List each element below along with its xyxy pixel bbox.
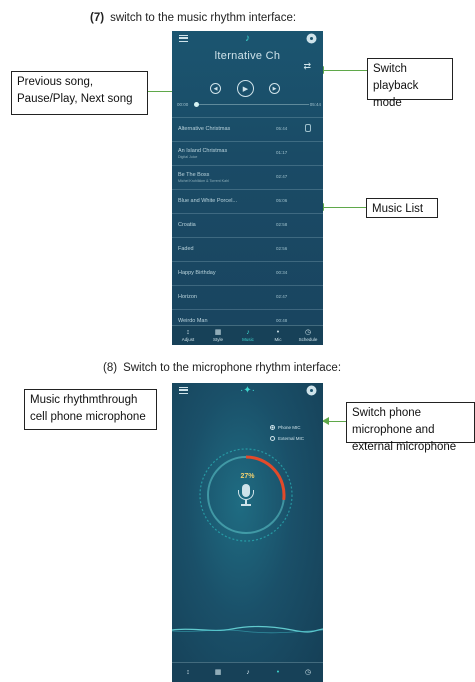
next-song-button[interactable]: ▶: [269, 83, 280, 94]
tab-music[interactable]: ♪ Music: [233, 328, 263, 342]
arrow-to-repeat: [317, 66, 367, 74]
callout-switch-mic: Switch phone microphone and external mic…: [346, 402, 475, 453]
now-playing-indicator-icon: [305, 124, 311, 132]
tab-adjust[interactable]: ↕ Adjust: [173, 328, 203, 342]
song-name: Be The Boss: [178, 172, 210, 178]
progress-knob[interactable]: [194, 102, 199, 107]
song-duration: 05:06: [276, 198, 288, 203]
elapsed-time: 00:00: [177, 102, 189, 107]
grid-icon: ▦: [214, 329, 222, 336]
song-duration: 00:34: [276, 270, 288, 275]
tab-label: Schedule: [298, 337, 318, 342]
song-name: Faded: [178, 246, 194, 252]
song-name: An Island Christmas: [178, 148, 228, 154]
section-8-text: Switch to the microphone rhythm interfac…: [123, 362, 342, 374]
section-7-number: (7): [90, 12, 105, 24]
song-duration: 01:17: [276, 150, 288, 155]
audio-wave: [172, 625, 323, 634]
song-row[interactable]: Alternative Christmas 05:44: [172, 117, 323, 142]
tab-adjust[interactable]: ↕: [173, 668, 203, 677]
play-pause-button[interactable]: ▶: [237, 80, 254, 97]
song-name: Happy Birthday: [178, 270, 216, 276]
callout-music-list-text: Music List: [372, 203, 424, 215]
microphone-foot: [241, 504, 251, 506]
callout-music-rhythm-mic: Music rhythmthrough cell phone microphon…: [24, 389, 157, 430]
song-duration: 05:44: [276, 126, 288, 131]
tab-label: Music: [242, 337, 254, 342]
tab-label: Adjust: [181, 337, 195, 342]
mic-screen: ·✦· Phone MIC External MIC 27% ↕ ▦ ♪ • ◷: [172, 383, 323, 682]
song-duration: 02:56: [276, 246, 288, 251]
music-screen: ♪ lternative Ch ⇄ ◀ ▶ ▶ 00:00 05:44 Alte…: [172, 31, 323, 345]
section-7-heading: (7) switch to the music rhythm interface:: [90, 12, 296, 24]
grid-icon: ▦: [214, 669, 222, 676]
song-name: Croatia: [178, 222, 196, 228]
bottom-tab-bar: ↕ Adjust ▦ Style ♪ Music • Mic ◷ Schedule: [172, 325, 323, 345]
tab-label: Mic: [274, 337, 282, 342]
music-note-icon: ♪: [246, 329, 250, 336]
callout-switch-playback: Switch playback mode: [367, 58, 453, 109]
now-playing-title: lternative Ch: [214, 50, 281, 62]
song-duration: 00:48: [276, 318, 288, 323]
tab-mic[interactable]: •: [263, 668, 293, 677]
callout-music-list: Music List: [366, 198, 438, 218]
repeat-icon[interactable]: ⇄: [303, 61, 311, 72]
mic-level-percent: 27%: [240, 473, 255, 480]
clock-icon: ◷: [304, 329, 312, 336]
song-duration: 02:47: [276, 174, 288, 179]
song-row[interactable]: Happy Birthday 00:34: [172, 261, 323, 286]
song-name: Weirdo Man: [178, 318, 208, 324]
song-artist: Michel Krohlikkm & Torrent Kahl: [178, 179, 229, 183]
song-row[interactable]: Blue and White Porcel... 05:06: [172, 189, 323, 214]
song-duration: 02:58: [276, 222, 288, 227]
song-row[interactable]: Horizon 02:47: [172, 285, 323, 310]
song-name: Blue and White Porcel...: [178, 198, 238, 204]
song-duration: 02:47: [276, 294, 288, 299]
mic-wave-icon: •: [276, 669, 280, 676]
song-name: Horizon: [178, 294, 197, 300]
tab-style[interactable]: ▦: [203, 668, 233, 677]
arrow-to-list: [317, 203, 366, 211]
song-row[interactable]: Croatia 02:58: [172, 213, 323, 238]
callout-switch-playback-text: Switch playback mode: [373, 63, 419, 109]
tab-schedule[interactable]: ◷ Schedule: [293, 328, 323, 342]
progress-bar[interactable]: [194, 102, 309, 107]
total-time: 05:44: [309, 102, 321, 107]
music-note-icon: ♪: [245, 33, 250, 44]
arrow-to-mic-options: [322, 417, 346, 425]
callout-playback-controls: Previous song, Pause/Play, Next song: [11, 71, 148, 115]
section-8-heading: (8) Switch to the microphone rhythm inter…: [103, 362, 341, 374]
song-name: Alternative Christmas: [178, 126, 231, 132]
gear-icon[interactable]: [308, 35, 315, 42]
song-artist: Digital Juice: [178, 155, 198, 159]
section-8-number: (8): [103, 362, 118, 374]
sliders-icon: ↕: [186, 669, 190, 676]
menu-icon[interactable]: [179, 35, 188, 42]
tab-mic[interactable]: • Mic: [263, 328, 293, 342]
previous-song-button[interactable]: ◀: [210, 83, 221, 94]
music-top-bar: ♪: [172, 31, 323, 47]
mic-wave-icon: •: [276, 329, 280, 336]
mic-level-ring: [199, 448, 293, 542]
callout-playback-controls-text: Previous song, Pause/Play, Next song: [17, 76, 133, 105]
song-row[interactable]: Be The Boss Michel Krohlikkm & Torrent Ka…: [172, 165, 323, 190]
tab-music[interactable]: ♪: [233, 668, 263, 677]
music-note-icon: ♪: [246, 669, 250, 676]
song-row[interactable]: Faded 02:56: [172, 237, 323, 262]
tab-schedule[interactable]: ◷: [293, 668, 323, 677]
clock-icon: ◷: [304, 669, 312, 676]
tab-label: Style: [212, 337, 223, 342]
section-7-text: switch to the music rhythm interface:: [110, 12, 297, 24]
song-row[interactable]: An Island Christmas Digital Juice 01:17: [172, 141, 323, 166]
bottom-tab-bar: ↕ ▦ ♪ • ◷: [172, 662, 323, 682]
tab-style[interactable]: ▦ Style: [203, 328, 233, 342]
callout-switch-mic-text: Switch phone microphone and external mic…: [352, 407, 457, 453]
callout-music-rhythm-mic-text: Music rhythmthrough cell phone microphon…: [30, 394, 146, 423]
sliders-icon: ↕: [186, 329, 190, 336]
